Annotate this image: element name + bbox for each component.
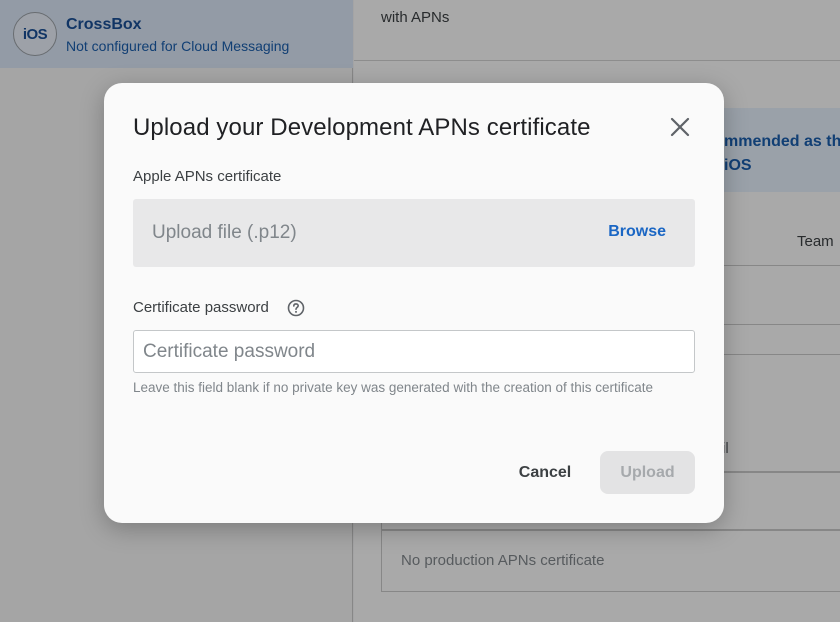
close-icon [670,117,690,137]
help-circle-icon[interactable] [287,299,305,317]
dialog-title: Upload your Development APNs certificate [133,114,591,141]
cancel-button[interactable]: Cancel [504,452,586,494]
upload-placeholder: Upload file (.p12) [152,222,297,243]
certificate-password-input[interactable] [133,330,695,373]
close-button[interactable] [665,112,695,142]
browse-button[interactable]: Browse [608,223,666,241]
file-upload-field[interactable]: Upload file (.p12) Browse [133,199,695,267]
certificate-label: Apple APNs certificate [133,168,282,185]
password-label: Certificate password [133,299,269,316]
upload-button[interactable]: Upload [600,451,695,494]
password-hint: Leave this field blank if no private key… [133,380,654,395]
upload-certificate-dialog: Upload your Development APNs certificate… [104,83,724,523]
